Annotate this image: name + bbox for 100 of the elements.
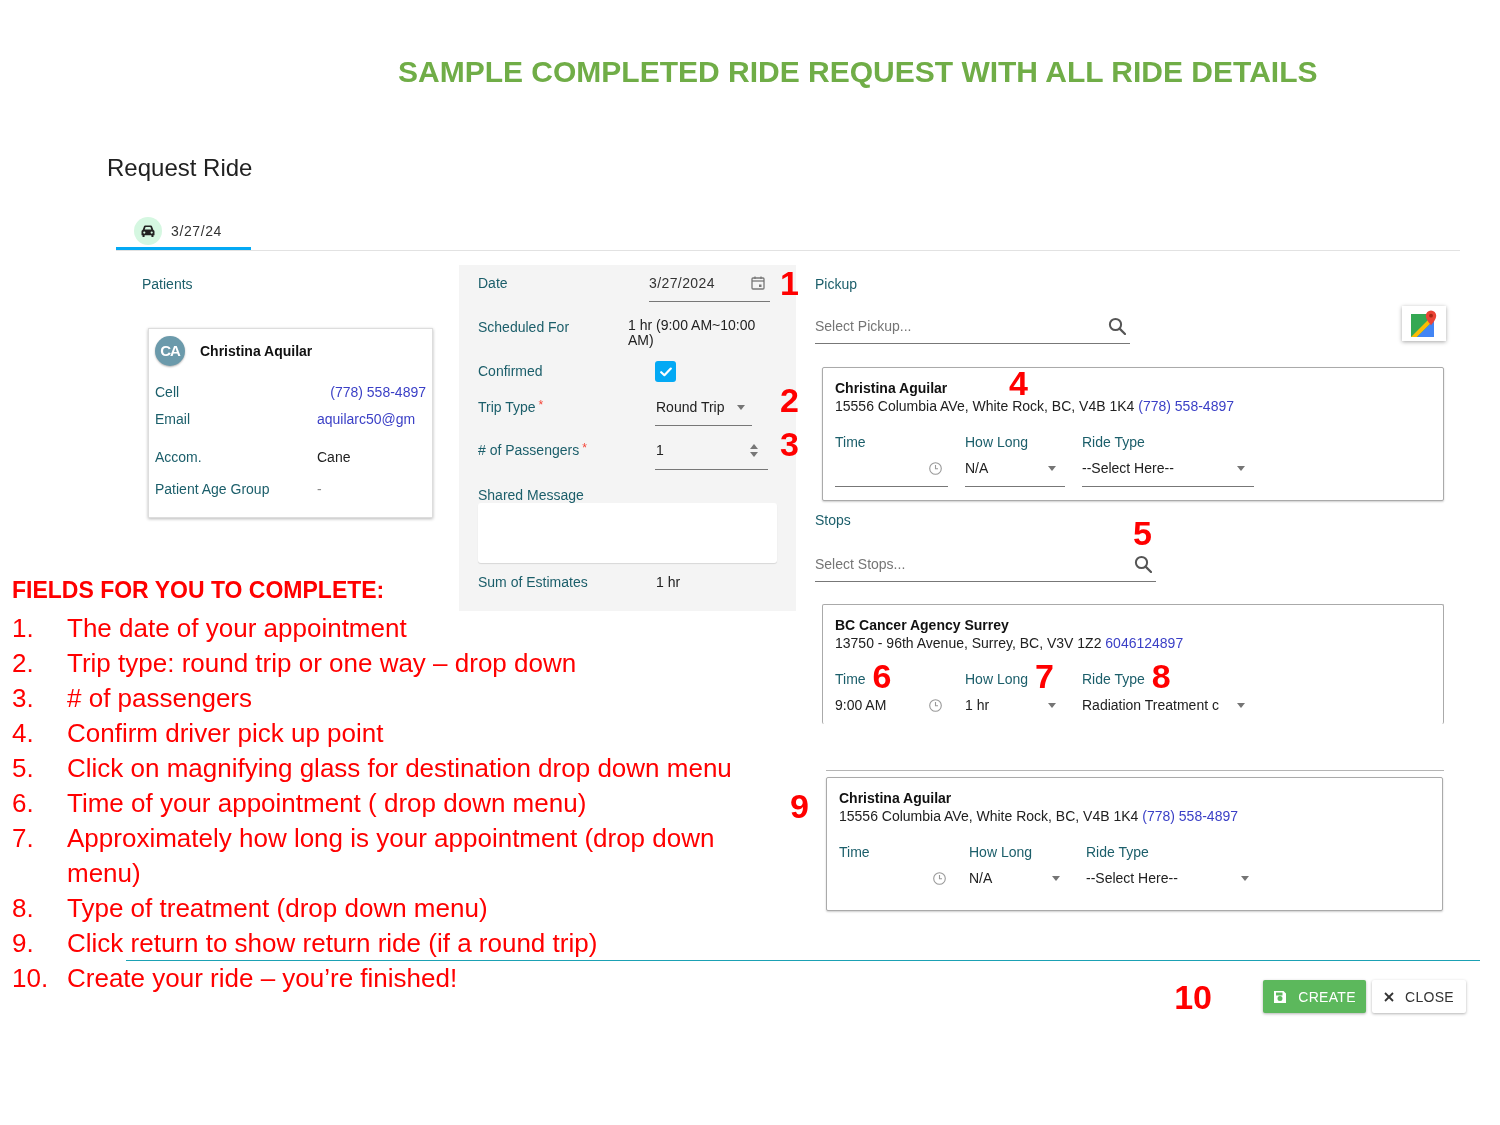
callout-number: 3	[780, 429, 799, 459]
list-number: 8.	[12, 892, 34, 925]
place-name: Christina Aguilar	[839, 790, 952, 807]
close-icon	[1384, 991, 1394, 1002]
callout-number: 2	[780, 385, 799, 415]
list-number: 9.	[12, 927, 34, 960]
caret-icon	[1237, 465, 1245, 471]
map-button[interactable]	[1402, 306, 1446, 341]
instruction-text: Create your ride – you’re finished!	[67, 962, 458, 995]
caret-icon	[1048, 702, 1056, 708]
clock-icon	[929, 461, 942, 475]
required-mark: *	[582, 441, 587, 455]
instruction-text: The date of your appointment	[67, 612, 407, 645]
time-field[interactable]: 9:00 AM	[835, 696, 948, 724]
field-value: -	[317, 480, 322, 498]
date-field[interactable]: 3/27/2024	[649, 274, 770, 302]
clock-icon	[929, 698, 942, 712]
caret-icon	[1237, 702, 1245, 708]
dropdown-field[interactable]: Radiation Treatment c	[1082, 696, 1254, 724]
check-icon	[659, 366, 672, 377]
field-label: Scheduled For	[478, 318, 570, 336]
field-label: Sum of Estimates	[478, 573, 588, 591]
spinner-icon	[750, 443, 758, 457]
callout-number: 5	[1133, 518, 1152, 548]
list-number: 3.	[12, 682, 34, 715]
field-label: Cell	[155, 383, 180, 401]
section-label: Patients	[142, 275, 193, 293]
field-label: # of Passengers	[478, 441, 580, 459]
callout-number: 8	[1151, 661, 1171, 691]
field-value: 1 hr (9:00 AM~10:00 AM)	[628, 318, 757, 348]
list-number: 1.	[12, 612, 34, 645]
field-label: Time	[835, 670, 866, 688]
field-value: Cane	[317, 448, 351, 466]
search-icon	[1134, 555, 1152, 573]
dropdown-field[interactable]: --Select Here--	[1086, 869, 1258, 897]
list-number: 10.	[12, 962, 49, 995]
list-number: 5.	[12, 752, 34, 785]
instruction-text: # of passengers	[67, 682, 252, 715]
search-field[interactable]: Select Stops...	[815, 549, 1156, 582]
phone-link[interactable]: (778) 558-4897	[1138, 398, 1234, 414]
date-tab[interactable]: 3/27/24	[116, 214, 251, 250]
list-number: 4.	[12, 717, 34, 750]
field-value: 1 hr	[656, 573, 682, 591]
instruction-text: Confirm driver pick up point	[67, 717, 384, 750]
instruction-text: Approximately how long is your appointment (drop down menu)	[67, 822, 716, 890]
field-label: Shared Message	[478, 487, 584, 503]
email-link[interactable]: aquilarc50@gm	[317, 410, 416, 428]
caret-icon	[1048, 465, 1056, 471]
field-label: Accom.	[155, 448, 202, 466]
address-text: 15556 Columbia AVe, White Rock, BC, V4B 1K4 (778) 558-4897	[835, 397, 1234, 415]
clock-icon	[933, 871, 946, 885]
callout-number: 10	[1174, 981, 1212, 1012]
field-label: Ride Type	[1082, 433, 1145, 451]
caret-icon	[737, 404, 745, 410]
phone-link[interactable]: (778) 558-4897	[330, 383, 426, 401]
search-field[interactable]: Select Pickup...	[815, 311, 1130, 344]
section-label: Stops	[815, 511, 851, 529]
trip-type-select[interactable]: Round Trip	[655, 398, 752, 426]
callout-number: 9	[790, 791, 809, 821]
dropdown-field[interactable]: N/A	[969, 869, 1069, 897]
calendar-icon	[751, 276, 765, 290]
section-label: Pickup	[815, 275, 858, 293]
message-field[interactable]	[478, 503, 777, 563]
time-field[interactable]	[835, 459, 948, 487]
callout-number: 4	[1009, 368, 1028, 398]
field-label: Date	[478, 274, 508, 292]
instruction-text: Click on magnifying glass for destination drop down menu	[67, 752, 732, 785]
close-button[interactable]: CLOSE	[1372, 980, 1466, 1013]
dropdown-field[interactable]: 1 hr	[965, 696, 1065, 724]
save-icon	[1273, 989, 1288, 1004]
field-label: Email	[155, 410, 190, 428]
search-icon	[1108, 317, 1126, 335]
field-label: How Long	[969, 843, 1033, 861]
map-icon	[1410, 309, 1438, 338]
number-field[interactable]: 1	[655, 441, 768, 470]
caret-icon	[1241, 875, 1249, 881]
phone-link[interactable]: 6046124897	[1105, 635, 1184, 651]
place-name: BC Cancer Agency Surrey	[835, 617, 1009, 634]
page-title: SAMPLE COMPLETED RIDE REQUEST WITH ALL RIDE DETAILS	[398, 55, 1318, 89]
callout-number: 1	[780, 268, 799, 298]
place-name: Christina Aguilar	[835, 380, 948, 397]
checkbox[interactable]	[655, 361, 676, 382]
phone-link[interactable]: (778) 558-4897	[1142, 808, 1238, 824]
field-label: Time	[835, 433, 866, 451]
instruction-text: Time of your appointment ( drop down menu)	[67, 787, 587, 820]
field-label: Trip Type	[478, 398, 536, 416]
car-icon	[134, 216, 162, 245]
field-label: Confirmed	[478, 362, 543, 381]
callout-number: 7	[1035, 661, 1054, 691]
instruction-text: Trip type: round trip or one way – drop down	[67, 647, 577, 680]
instruction-text: Click return to show return ride (if a round trip)	[67, 927, 598, 960]
field-label: How Long	[965, 433, 1029, 451]
dropdown-field[interactable]: --Select Here--	[1082, 459, 1254, 487]
callout-number: 6	[872, 661, 892, 691]
dropdown-field[interactable]: N/A	[965, 459, 1065, 487]
field-label: How Long	[965, 670, 1029, 688]
instruction-text: Type of treatment (drop down menu)	[67, 892, 488, 925]
address-text: 13750 - 96th Avenue, Surrey, BC, V3V 1Z2 6046124897	[835, 634, 1184, 652]
list-number: 2.	[12, 647, 34, 680]
field-label: Time	[839, 843, 870, 861]
